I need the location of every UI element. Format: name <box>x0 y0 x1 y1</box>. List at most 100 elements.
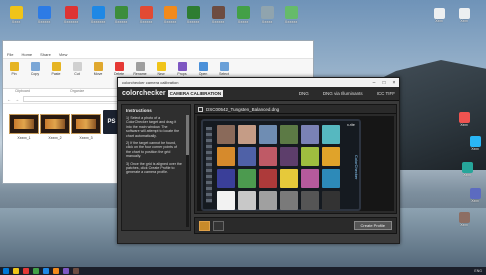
forward-arrow-icon[interactable]: → <box>15 97 19 102</box>
image-checkbox[interactable] <box>198 106 203 112</box>
ribbon-label: Pin <box>11 72 17 76</box>
ribbon-button[interactable]: Move <box>91 62 105 76</box>
group-label: Clipboard <box>15 89 30 93</box>
app-icon <box>260 6 274 19</box>
desktop-icon-label: Xxxx <box>471 199 479 203</box>
ribbon-icon <box>72 62 82 71</box>
file-thumbnail[interactable] <box>40 114 70 134</box>
file-label: Xxxxx_1 <box>17 136 31 140</box>
ribbon-button[interactable]: Paste <box>49 62 63 76</box>
taskbar-app-icon[interactable] <box>53 268 59 274</box>
instructions-scrollbar[interactable] <box>186 115 189 227</box>
ribbon-icon <box>93 62 103 71</box>
taskbar-app-icon[interactable] <box>33 268 39 274</box>
nav-icc-tiff[interactable]: ICC TIFF <box>377 91 395 96</box>
explorer-title-bar[interactable] <box>3 41 313 51</box>
ribbon-button[interactable]: New <box>154 62 168 76</box>
desktop-icon[interactable]: Xxxxxx <box>180 6 206 36</box>
desktop-icon-label: Xxxx <box>460 19 468 23</box>
desktop-icon-label: Xxxxxx <box>186 20 200 24</box>
app-icon <box>469 188 481 199</box>
nav-dng[interactable]: DNG <box>299 91 309 96</box>
desktop-icon[interactable]: Xxxx <box>466 188 484 210</box>
ribbon-button[interactable]: Copy <box>28 62 42 76</box>
ribbon-button[interactable]: Open <box>196 62 210 76</box>
desktop-icon-label: Xxxxxx <box>37 20 51 24</box>
file-thumbnail[interactable] <box>9 114 39 134</box>
ribbon-button[interactable]: Select <box>217 62 231 76</box>
desktop-icon[interactable]: Xxxx <box>455 112 473 134</box>
desktop-icon-label: Xxxxxxx <box>63 20 79 24</box>
desktop-icon[interactable]: Xxxxxx <box>31 6 57 36</box>
ribbon-label: Move <box>93 72 103 76</box>
ribbon-button[interactable]: Pin <box>7 62 21 76</box>
ribbon-icon <box>30 62 40 71</box>
desktop-icon[interactable]: Xxxxxx <box>108 6 134 36</box>
app-brand: colorchecker <box>122 90 166 97</box>
desktop-icon[interactable]: Xxxxxxx <box>58 6 84 36</box>
image-viewer[interactable]: x-rite ColorChecker <box>197 116 394 211</box>
app-icon <box>433 8 445 19</box>
color-patch <box>259 169 277 188</box>
image-toggle-button[interactable] <box>199 220 210 231</box>
taskbar-app-icon[interactable] <box>13 268 19 274</box>
desktop-icon-label: Xxxxxx <box>139 20 153 24</box>
desktop-icon[interactable]: Xxxx <box>466 136 484 158</box>
desktop: Xxxx Xxxxxx Xxxxxxx Xxxxxxx Xxxxxx Xxxxxx Xxxx… <box>0 0 486 268</box>
taskbar-app-icon[interactable] <box>73 268 79 274</box>
taskbar-app-icon[interactable] <box>43 268 49 274</box>
desktop-icon[interactable]: Xxxx <box>3 6 29 36</box>
color-patch <box>238 147 256 166</box>
app-title-bar[interactable]: colorchecker camera calibration – □ × <box>118 78 399 87</box>
ribbon-icon <box>177 62 187 71</box>
close-icon[interactable]: × <box>389 80 399 86</box>
tab-share[interactable]: Share <box>40 52 51 57</box>
app-header: colorchecker CAMERA CALIBRATION DNG DNG … <box>118 87 399 101</box>
desktop-icon[interactable]: Xxxx <box>455 8 473 30</box>
desktop-icon[interactable]: Xxxxx <box>230 6 256 36</box>
taskbar-app-icon[interactable] <box>23 268 29 274</box>
ribbon-icon <box>156 62 166 71</box>
maximize-icon[interactable]: □ <box>379 80 389 86</box>
color-patch <box>259 147 277 166</box>
tab-home[interactable]: Home <box>21 52 32 57</box>
ribbon-icon <box>51 62 61 71</box>
app-footer-bar: Create Profile <box>194 217 397 234</box>
color-patch <box>322 147 340 166</box>
ribbon-button[interactable]: Cut <box>70 62 84 76</box>
target-brand-vertical: ColorChecker <box>354 154 359 180</box>
color-patch <box>238 191 256 210</box>
desktop-icon[interactable]: Xxxxxx <box>205 6 231 36</box>
desktop-icon[interactable]: Xxxxxx <box>133 6 159 36</box>
create-profile-button[interactable]: Create Profile <box>353 221 392 230</box>
desktop-icon-label: Xxxxxx <box>284 20 298 24</box>
desktop-icon[interactable]: Xxxx <box>455 212 473 234</box>
app-icon <box>9 6 23 19</box>
tab-view[interactable]: View <box>59 52 68 57</box>
instruction-step: 1) Select a photo of a ColorChecker targ… <box>126 116 180 138</box>
system-tray: ENG <box>474 269 486 273</box>
ribbon-button[interactable]: Rename <box>133 62 147 76</box>
taskbar-app-icon[interactable] <box>63 268 69 274</box>
taskbar-app-icon[interactable] <box>3 268 9 274</box>
color-patch <box>322 125 340 144</box>
color-patch <box>217 191 235 210</box>
image-toggle-button[interactable] <box>213 220 224 231</box>
ribbon-icon <box>135 62 145 71</box>
tab-file[interactable]: File <box>7 52 13 57</box>
colorchecker-app-window[interactable]: colorchecker camera calibration – □ × co… <box>117 77 400 244</box>
file-thumbnail[interactable] <box>71 114 101 134</box>
color-patch <box>259 125 277 144</box>
color-patch <box>217 169 235 188</box>
back-arrow-icon[interactable]: ← <box>7 97 11 102</box>
ribbon-button[interactable]: Props <box>175 62 189 76</box>
desktop-icon[interactable]: Xxxxxx <box>278 6 304 36</box>
nav-dng-illuminants[interactable]: DNG via Illuminants <box>323 91 363 96</box>
desktop-icon[interactable]: Xxxx <box>458 162 476 184</box>
tray-language[interactable]: ENG <box>474 269 482 273</box>
ribbon-label: Paste <box>51 72 61 76</box>
ribbon-button[interactable]: Delete <box>112 62 126 76</box>
minimize-icon[interactable]: – <box>369 80 379 86</box>
desktop-icon[interactable]: Xxxxx <box>254 6 280 36</box>
desktop-icon[interactable]: Xxxx <box>430 8 448 30</box>
